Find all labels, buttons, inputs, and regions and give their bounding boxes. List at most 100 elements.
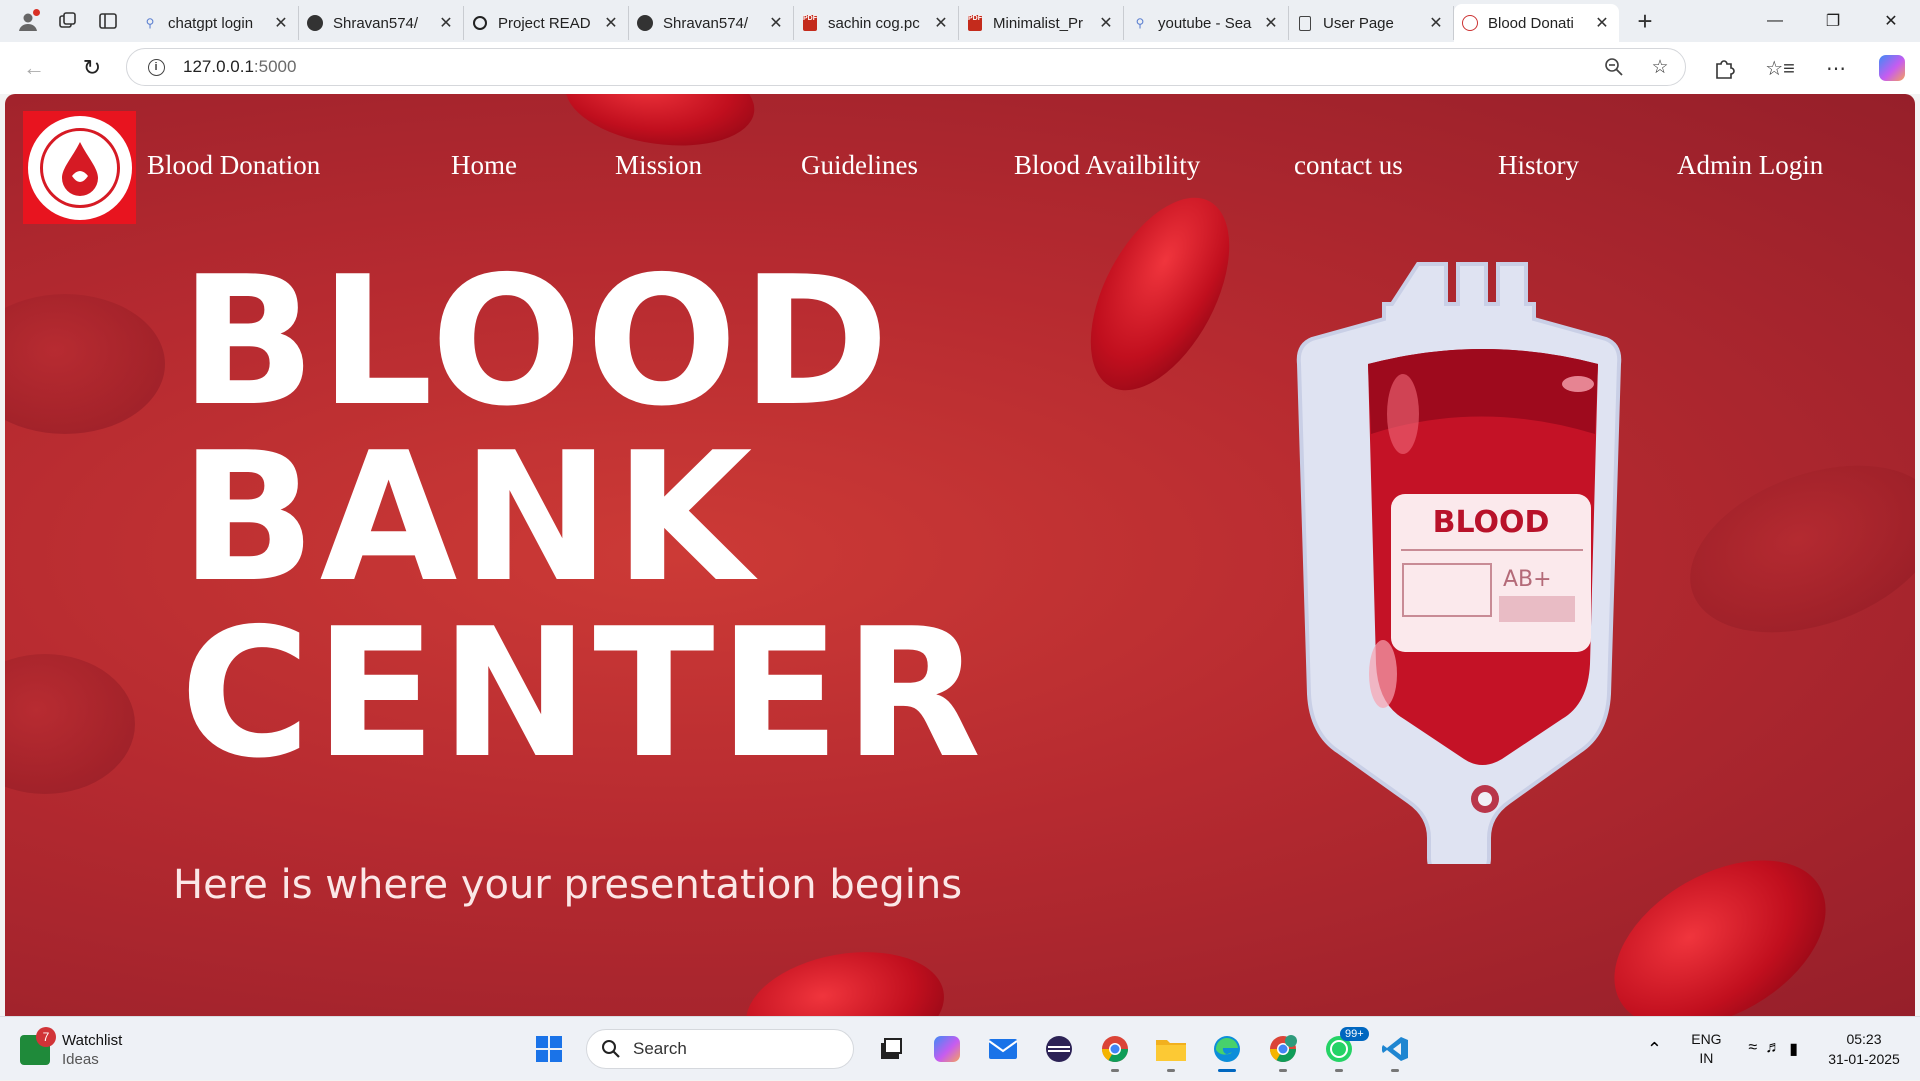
search-icon (602, 1040, 620, 1058)
system-tray: ⌃ ENG IN ≈ ♬ ▮ 05:23 31-01-2025 (1634, 1017, 1920, 1081)
refresh-button[interactable]: ↻ (70, 46, 114, 90)
minimize-icon: — (1767, 12, 1783, 29)
copilot-button[interactable] (1864, 46, 1920, 90)
taskbar-mail[interactable] (978, 1025, 1028, 1073)
workspaces-button[interactable] (50, 5, 86, 37)
stocks-icon: 7 (20, 1027, 56, 1065)
browser-tab[interactable]: ⚲ chatgpt login ✕ (134, 6, 299, 40)
hero-title-line: BANK (180, 414, 757, 621)
github-icon (637, 15, 653, 31)
close-tab-icon[interactable]: ✕ (272, 13, 290, 33)
close-tab-icon[interactable]: ✕ (437, 13, 455, 33)
taskbar-eclipse[interactable] (1034, 1025, 1084, 1073)
browser-tab[interactable]: Shravan574/ ✕ (299, 6, 464, 40)
taskbar-vscode[interactable] (1370, 1025, 1420, 1073)
bag-label: BLOOD (1433, 505, 1550, 540)
tab-title: Shravan574/ (663, 14, 749, 32)
taskbar-whatsapp[interactable]: 99+ (1314, 1025, 1369, 1073)
document-icon (1299, 15, 1311, 31)
task-view-icon (881, 1038, 902, 1059)
minimize-button[interactable]: — (1746, 0, 1804, 42)
tab-actions-button[interactable] (90, 5, 126, 37)
site-brand[interactable]: Blood Donation (147, 150, 320, 181)
web-page: Blood Donation Home Mission Guidelines B… (5, 94, 1915, 1016)
browser-tab-active[interactable]: Blood Donati ✕ (1454, 4, 1619, 42)
browser-tab[interactable]: Project READ ✕ (464, 6, 629, 40)
extensions-button[interactable] (1696, 46, 1752, 90)
taskbar-file-explorer[interactable] (1146, 1025, 1196, 1073)
close-tab-icon[interactable]: ✕ (767, 13, 785, 33)
tab-title: chatgpt login (168, 14, 254, 32)
restore-button[interactable]: ❐ (1804, 0, 1862, 42)
site-logo-icon (1462, 15, 1478, 31)
close-tab-icon[interactable]: ✕ (602, 13, 620, 33)
browser-tab[interactable]: Shravan574/ ✕ (629, 6, 794, 40)
url-field[interactable]: i 127.0.0.1:5000 ☆ (126, 48, 1686, 86)
profile-button[interactable] (10, 5, 46, 37)
hero-title-line: CENTER (180, 590, 986, 797)
chrome-icon (1269, 1035, 1297, 1063)
browser-tab[interactable]: PDF Minimalist_Pr ✕ (959, 6, 1124, 40)
clock[interactable]: 05:23 31-01-2025 (1808, 1029, 1920, 1069)
tab-title: youtube - Sea (1158, 14, 1252, 32)
plus-icon: + (1637, 5, 1653, 36)
language-code: ENG (1691, 1031, 1722, 1047)
taskbar-copilot[interactable] (922, 1025, 972, 1073)
close-tab-icon[interactable]: ✕ (1262, 13, 1280, 33)
url-port: :5000 (253, 57, 297, 76)
chevron-up-icon: ⌃ (1646, 1038, 1662, 1059)
blood-cell-decoration (5, 654, 135, 794)
back-button[interactable]: ← (12, 46, 56, 90)
zoom-button[interactable] (1599, 52, 1629, 82)
vscode-icon (1382, 1037, 1408, 1061)
github-icon (307, 15, 323, 31)
copilot-icon (934, 1036, 960, 1062)
nav-admin-login[interactable]: Admin Login (1677, 150, 1823, 181)
nav-mission[interactable]: Mission (615, 150, 702, 181)
taskbar-edge[interactable] (1202, 1025, 1252, 1073)
copilot-icon (1879, 55, 1905, 81)
tab-title: User Page (1323, 14, 1394, 32)
taskbar-chrome-profile[interactable] (1258, 1025, 1308, 1073)
running-indicator (1218, 1069, 1236, 1072)
task-view-button[interactable] (866, 1025, 916, 1073)
nav-history[interactable]: History (1498, 150, 1579, 181)
widgets-button[interactable]: 7 Watchlist Ideas (20, 1027, 123, 1069)
nav-home[interactable]: Home (451, 150, 517, 181)
close-window-button[interactable]: ✕ (1862, 0, 1920, 42)
blood-cell-decoration (5, 294, 165, 434)
taskbar-search[interactable]: Search (586, 1029, 854, 1069)
browser-tab[interactable]: PDF sachin cog.pc ✕ (794, 6, 959, 40)
url-host: 127.0.0.1 (183, 57, 254, 76)
whatsapp-badge: 99+ (1340, 1027, 1369, 1041)
nav-contact-us[interactable]: contact us (1294, 150, 1403, 181)
nav-guidelines[interactable]: Guidelines (801, 150, 918, 181)
wifi-icon: ≈ (1748, 1039, 1758, 1056)
new-tab-button[interactable]: + (1625, 5, 1665, 37)
show-hidden-icons-button[interactable]: ⌃ (1634, 1039, 1674, 1060)
running-indicator (1111, 1069, 1119, 1072)
quick-settings-button[interactable]: ≈ ♬ ▮ (1738, 1039, 1808, 1059)
notification-dot (33, 9, 40, 16)
star-icon: ☆ (1651, 56, 1669, 78)
nav-blood-availability[interactable]: Blood Availbility (1014, 150, 1200, 181)
site-logo[interactable] (23, 111, 136, 224)
widget-title: Watchlist (62, 1032, 123, 1049)
blood-bag-illustration: BLOOD AB+ (1296, 262, 1622, 864)
close-tab-icon[interactable]: ✕ (1593, 13, 1611, 33)
browser-tab[interactable]: User Page ✕ (1289, 6, 1454, 40)
tab-title: Project READ (498, 14, 591, 32)
close-tab-icon[interactable]: ✕ (1097, 13, 1115, 33)
close-tab-icon[interactable]: ✕ (1427, 13, 1445, 33)
settings-menu-button[interactable]: ⋯ (1808, 46, 1864, 90)
start-button[interactable] (524, 1025, 574, 1073)
running-indicator (1391, 1069, 1399, 1072)
browser-tab[interactable]: ⚲ youtube - Sea ✕ (1124, 6, 1289, 40)
close-tab-icon[interactable]: ✕ (932, 13, 950, 33)
language-indicator[interactable]: ENG IN (1674, 1030, 1738, 1068)
taskbar-chrome[interactable] (1090, 1025, 1140, 1073)
site-info-button[interactable]: i (141, 52, 171, 82)
close-icon: ✕ (1884, 13, 1898, 30)
favorite-button[interactable]: ☆ (1645, 52, 1675, 82)
favorites-button[interactable]: ☆≡ (1752, 46, 1808, 90)
